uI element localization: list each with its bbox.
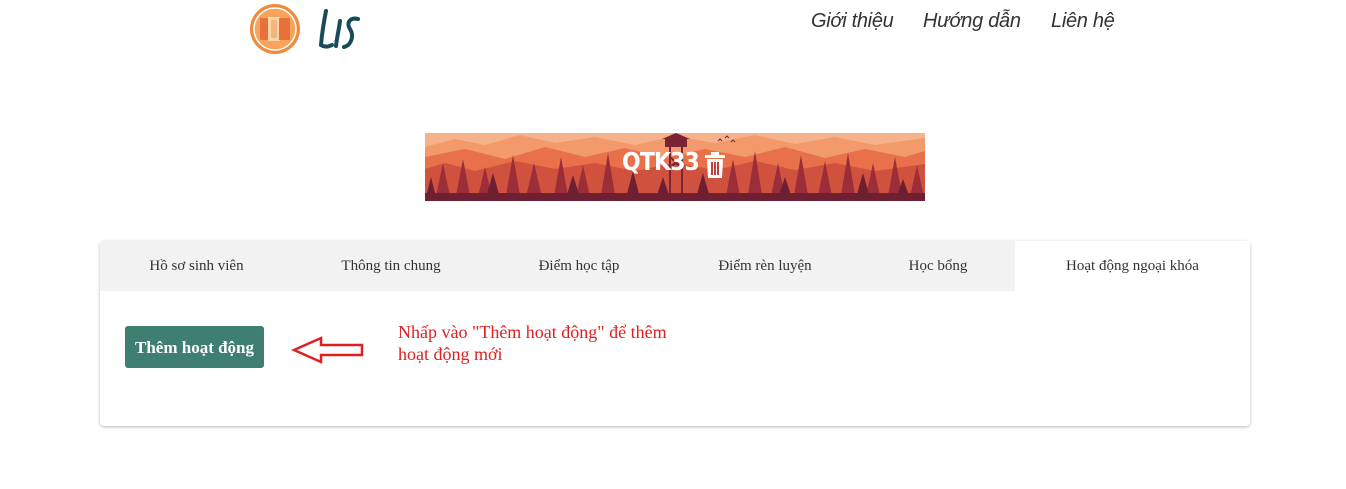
tab-bar: Hồ sơ sinh viên Thông tin chung Điểm học… <box>100 241 1250 291</box>
school-logo-icon[interactable] <box>249 3 301 55</box>
instruction-hint: Nhấp vào "Thêm hoạt động" để thêm hoạt đ… <box>398 321 698 365</box>
trash-icon[interactable] <box>704 152 726 178</box>
hint-line-2: hoạt động mới <box>398 344 503 364</box>
left-arrow-icon <box>291 336 364 364</box>
lis-logo[interactable] <box>318 7 362 53</box>
hint-line-1: Nhấp vào "Thêm hoạt động" để thêm <box>398 322 667 342</box>
nav-gioi-thieu[interactable]: Giới thiệu <box>811 10 894 33</box>
top-header: Giới thiệu Hướng dẫn Liên hệ <box>0 0 1346 60</box>
nav-huong-dan[interactable]: Hướng dẫn <box>923 10 1021 33</box>
tab-diem-hoc-tap[interactable]: Điểm học tập <box>489 241 669 291</box>
tab-diem-ren-luyen[interactable]: Điểm rèn luyện <box>669 241 861 291</box>
tab-ho-so-sinh-vien[interactable]: Hồ sơ sinh viên <box>100 241 293 291</box>
tab-hoat-dong-ngoai-khoa[interactable]: Hoạt động ngoại khóa <box>1015 241 1250 291</box>
class-banner: QTK33 <box>425 133 925 201</box>
tab-hoc-bong[interactable]: Học bổng <box>861 241 1015 291</box>
tab-thong-tin-chung[interactable]: Thông tin chung <box>293 241 489 291</box>
class-title: QTK33 <box>622 147 700 176</box>
student-profile-card: Hồ sơ sinh viên Thông tin chung Điểm học… <box>100 241 1250 426</box>
add-activity-button[interactable]: Thêm hoạt động <box>125 326 264 368</box>
nav-lien-he[interactable]: Liên hệ <box>1051 10 1115 33</box>
